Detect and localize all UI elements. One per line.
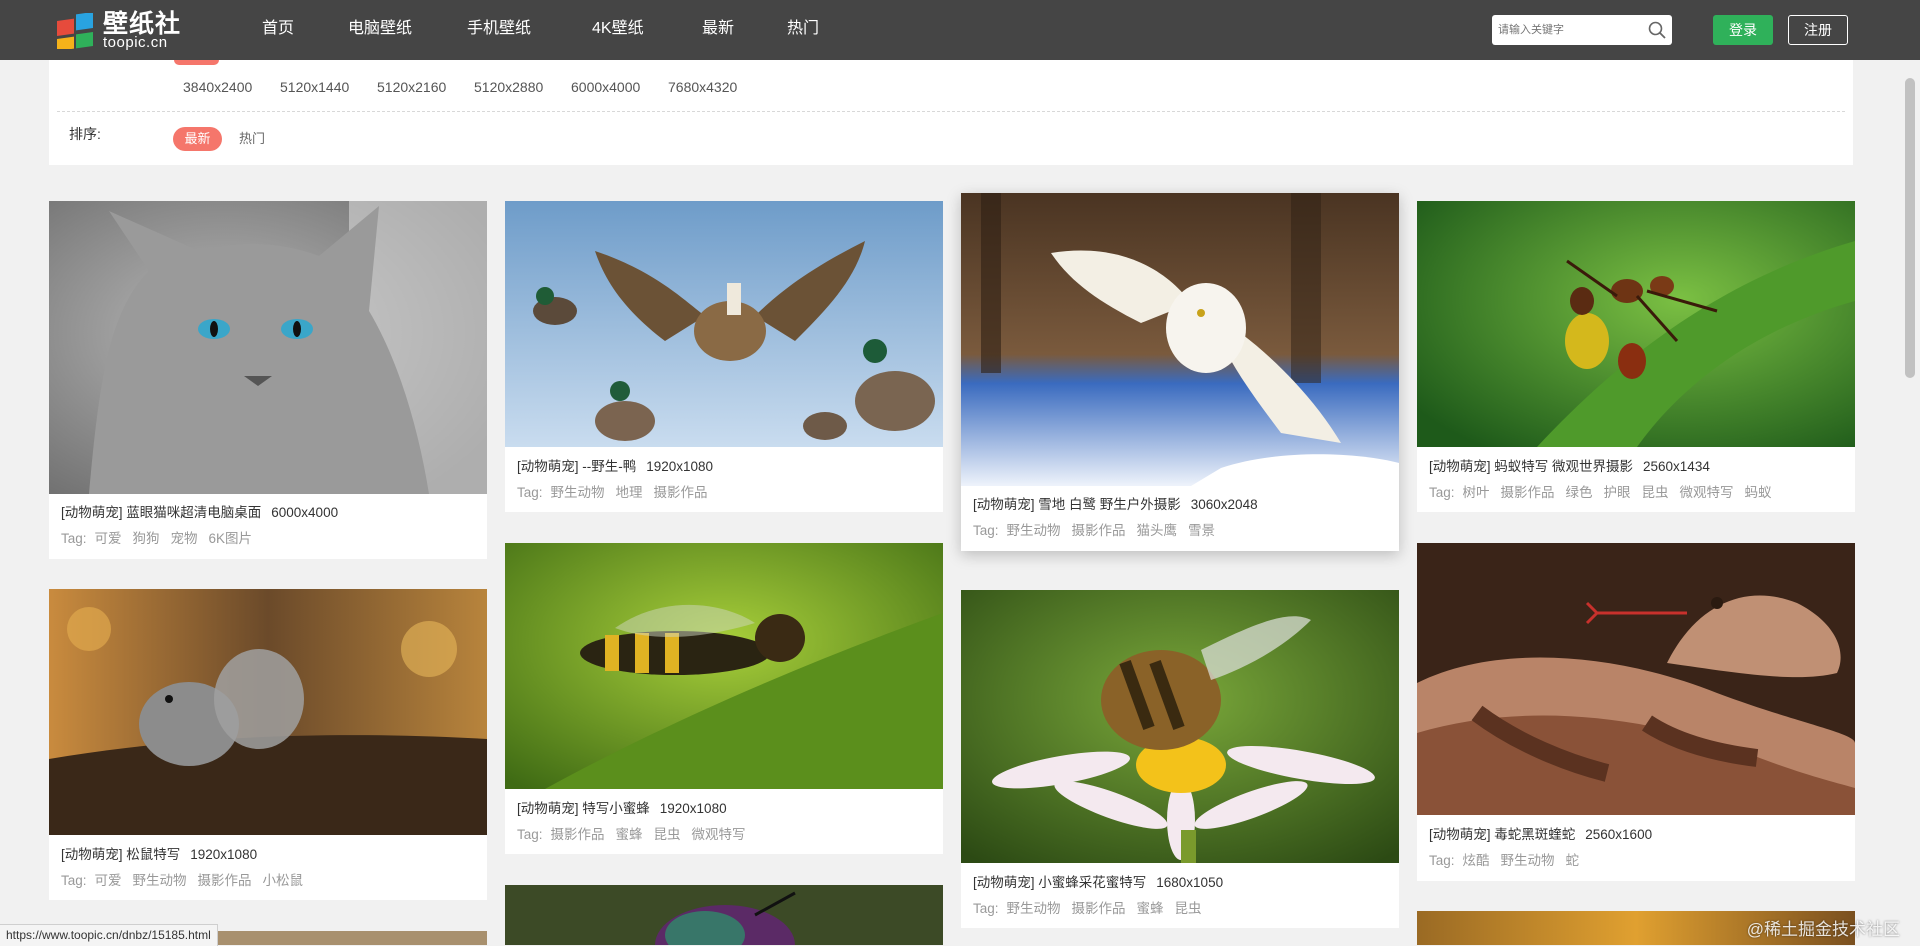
resolution-option[interactable]: 7680x4320 xyxy=(668,75,737,99)
login-button[interactable]: 登录 xyxy=(1713,15,1773,45)
logo-mark-icon xyxy=(57,13,93,49)
wallpaper-card[interactable]: [动物萌宠] 蓝眼猫咪超清电脑桌面 6000x4000 Tag: 可爱 狗狗 宠物 6K图… xyxy=(49,201,487,559)
tag-link[interactable]: 6K图片 xyxy=(209,531,253,546)
tag-link[interactable]: 摄影作品 xyxy=(654,485,708,500)
tag-link[interactable]: 昆虫 xyxy=(1642,485,1669,500)
wallpaper-tags: Tag: 野生动物 摄影作品 蜜蜂 昆虫 xyxy=(973,901,1202,916)
tag-link[interactable]: 微观特写 xyxy=(692,827,746,842)
tag-link[interactable]: 狗狗 xyxy=(133,531,160,546)
wallpaper-thumbnail[interactable] xyxy=(1417,543,1855,815)
watermark: @稀土掘金技术社区 xyxy=(1746,920,1900,939)
tag-link[interactable]: 摄影作品 xyxy=(1501,485,1555,500)
tag-link[interactable]: 微观特写 xyxy=(1680,485,1734,500)
page-scrollbar-thumb[interactable] xyxy=(1905,78,1915,378)
filter-panel: 3840x2400 5120x1440 5120x2160 5120x2880 … xyxy=(49,60,1853,165)
site-logo[interactable]: 壁纸社 toopic.cn xyxy=(57,10,187,51)
wallpaper-tags: Tag: 可爱 野生动物 摄影作品 小松鼠 xyxy=(61,873,304,888)
tag-link[interactable]: 摄影作品 xyxy=(1072,523,1126,538)
tag-link[interactable]: 昆虫 xyxy=(654,827,681,842)
tag-link[interactable]: 护眼 xyxy=(1604,485,1631,500)
wallpaper-title[interactable]: [动物萌宠] --野生-鸭 1920x1080 xyxy=(517,458,713,476)
tag-link[interactable]: 摄影作品 xyxy=(551,827,605,842)
wallpaper-thumbnail[interactable] xyxy=(505,201,943,447)
tag-link[interactable]: 小松鼠 xyxy=(263,873,304,888)
tag-link[interactable]: 野生动物 xyxy=(133,873,187,888)
wallpaper-title[interactable]: [动物萌宠] 松鼠特写 1920x1080 xyxy=(61,846,257,864)
wallpaper-tags: Tag: 摄影作品 蜜蜂 昆虫 微观特写 xyxy=(517,827,746,842)
nav-desktop-wallpaper[interactable]: 电脑壁纸 xyxy=(348,0,412,60)
wallpaper-title[interactable]: [动物萌宠] 雪地 白鹭 野生户外摄影 3060x2048 xyxy=(973,496,1258,514)
tag-link[interactable]: 树叶 xyxy=(1463,485,1490,500)
tag-link[interactable]: 蜜蜂 xyxy=(616,827,643,842)
tag-link[interactable]: 雪景 xyxy=(1188,523,1215,538)
top-header: 壁纸社 toopic.cn 首页 电脑壁纸 手机壁纸 4K壁纸 最新 热门 登录… xyxy=(0,0,1920,60)
resolution-option[interactable]: 5120x1440 xyxy=(280,75,349,99)
wallpaper-tags: Tag: 可爱 狗狗 宠物 6K图片 xyxy=(61,531,253,546)
tag-link[interactable]: 野生动物 xyxy=(1501,853,1555,868)
tag-link[interactable]: 蛇 xyxy=(1566,853,1580,868)
tag-link[interactable]: 炫酷 xyxy=(1463,853,1490,868)
wallpaper-thumbnail[interactable] xyxy=(49,589,487,835)
sort-latest-button[interactable]: 最新 xyxy=(173,127,222,151)
resolution-option[interactable]: 5120x2160 xyxy=(377,75,446,99)
logo-domain: toopic.cn xyxy=(103,34,168,51)
tag-link[interactable]: 野生动物 xyxy=(551,485,605,500)
tag-link[interactable]: 地理 xyxy=(616,485,643,500)
wallpaper-card[interactable]: [动物萌宠] 毒蛇黑斑蝰蛇 2560x1600 Tag: 炫酷 野生动物蛇 xyxy=(1417,543,1855,881)
filter-divider xyxy=(57,111,1845,112)
resolution-option[interactable]: 3840x2400 xyxy=(183,75,252,99)
tag-link[interactable]: 昆虫 xyxy=(1175,901,1202,916)
search-input[interactable] xyxy=(1492,15,1642,45)
wallpaper-tags: Tag: 野生动物 摄影作品 猫头鹰 雪景 xyxy=(973,523,1216,538)
wallpaper-card[interactable]: [动物萌宠] 松鼠特写 1920x1080 Tag: 可爱 野生动物 摄影作品 小松鼠 xyxy=(49,589,487,900)
wallpaper-card[interactable]: [动物萌宠] 小蜜蜂采花蜜特写 1680x1050 Tag: 野生动物 摄影作品 蜜蜂昆… xyxy=(961,590,1399,928)
tag-link[interactable]: 摄影作品 xyxy=(1072,901,1126,916)
tag-link[interactable]: 蚂蚁 xyxy=(1745,485,1772,500)
tag-link[interactable]: 野生动物 xyxy=(1007,523,1061,538)
register-button[interactable]: 注册 xyxy=(1788,15,1848,45)
tag-link[interactable]: 猫头鹰 xyxy=(1137,523,1178,538)
nav-latest[interactable]: 最新 xyxy=(702,0,734,60)
tag-link[interactable]: 蜜蜂 xyxy=(1137,901,1164,916)
resolution-option[interactable]: 5120x2880 xyxy=(474,75,543,99)
wallpaper-tags: Tag: 炫酷 野生动物蛇 xyxy=(1429,853,1580,868)
wallpaper-title[interactable]: [动物萌宠] 特写小蜜蜂 1920x1080 xyxy=(517,800,727,818)
nav-mobile-wallpaper[interactable]: 手机壁纸 xyxy=(467,0,531,60)
wallpaper-card[interactable]: [动物萌宠] 特写小蜜蜂 1920x1080 Tag: 摄影作品 蜜蜂 昆虫 微观特写 xyxy=(505,543,943,854)
tag-link[interactable]: 宠物 xyxy=(171,531,198,546)
wallpaper-thumbnail[interactable] xyxy=(961,193,1399,486)
wallpaper-title[interactable]: [动物萌宠] 毒蛇黑斑蝰蛇 2560x1600 xyxy=(1429,826,1652,844)
wallpaper-tags: Tag: 野生动物 地理 摄影作品 xyxy=(517,485,708,500)
nav-hot[interactable]: 热门 xyxy=(787,0,819,60)
tag-link[interactable]: 可爱 xyxy=(95,531,122,546)
wallpaper-tags: Tag: 树叶 摄影作品 绿色 护眼 昆虫 微观特写 蚂蚁 xyxy=(1429,485,1772,500)
wallpaper-title[interactable]: [动物萌宠] 小蜜蜂采花蜜特写 1680x1050 xyxy=(973,874,1223,892)
sort-label: 排序: xyxy=(69,126,101,142)
wallpaper-thumbnail[interactable] xyxy=(49,201,487,494)
sort-hot-button[interactable]: 热门 xyxy=(239,127,265,151)
tag-link[interactable]: 摄影作品 xyxy=(198,873,252,888)
search-icon[interactable] xyxy=(1648,21,1666,39)
tag-link[interactable]: 绿色 xyxy=(1566,485,1593,500)
wallpaper-thumbnail[interactable] xyxy=(1417,201,1855,447)
wallpaper-card[interactable]: [动物萌宠] --野生-鸭 1920x1080 Tag: 野生动物 地理 摄影作品 xyxy=(505,201,943,512)
tag-link[interactable]: 可爱 xyxy=(95,873,122,888)
tag-link[interactable]: 野生动物 xyxy=(1007,901,1061,916)
wallpaper-thumbnail[interactable] xyxy=(505,543,943,789)
wallpaper-card[interactable]: [动物萌宠] 蚂蚁特写 微观世界摄影 2560x1434 Tag: 树叶 摄影作品 绿色… xyxy=(1417,201,1855,512)
wallpaper-thumbnail[interactable] xyxy=(961,590,1399,863)
wallpaper-title[interactable]: [动物萌宠] 蓝眼猫咪超清电脑桌面 6000x4000 xyxy=(61,504,338,522)
wallpaper-thumbnail[interactable] xyxy=(505,885,943,945)
active-filter-tab-edge xyxy=(174,60,219,65)
wallpaper-card[interactable] xyxy=(505,885,943,945)
nav-home[interactable]: 首页 xyxy=(262,0,294,60)
nav-4k-wallpaper[interactable]: 4K壁纸 xyxy=(592,0,644,60)
status-bar-url: https://www.toopic.cn/dnbz/15185.html xyxy=(0,924,218,946)
wallpaper-card[interactable]: [动物萌宠] 雪地 白鹭 野生户外摄影 3060x2048 Tag: 野生动物 摄影作… xyxy=(961,193,1399,551)
resolution-option[interactable]: 6000x4000 xyxy=(571,75,640,99)
search-box xyxy=(1492,15,1672,45)
wallpaper-title[interactable]: [动物萌宠] 蚂蚁特写 微观世界摄影 2560x1434 xyxy=(1429,458,1710,476)
